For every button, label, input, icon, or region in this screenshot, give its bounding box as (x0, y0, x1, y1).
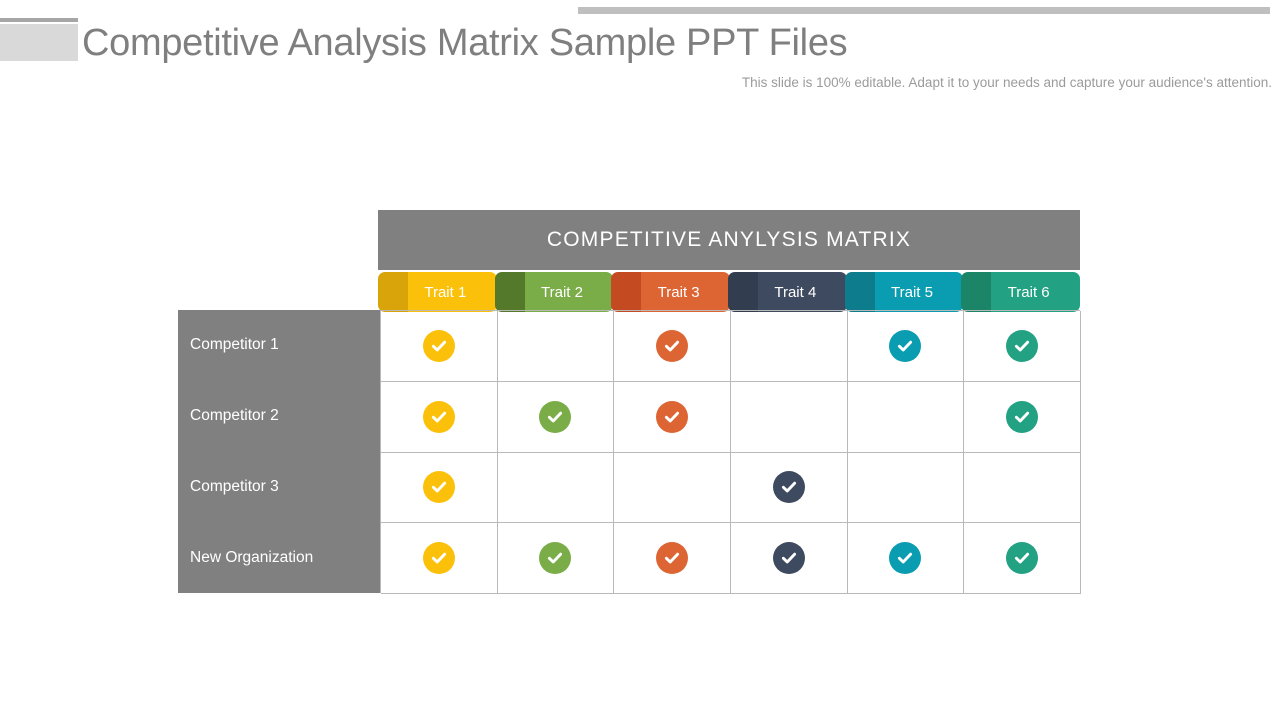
matrix-cell[interactable] (731, 523, 848, 594)
trait-header-body: Trait 4 (758, 272, 847, 312)
competitive-analysis-matrix: COMPETITIVE ANYLYSIS MATRIX Trait 1 Trait… (178, 210, 1081, 594)
matrix-cell[interactable] (847, 523, 965, 594)
matrix-cell[interactable] (381, 523, 498, 594)
trait-header-1[interactable]: Trait 1 (378, 272, 497, 312)
trait-header-accent (844, 272, 875, 312)
matrix-cell[interactable] (964, 452, 1081, 524)
matrix-cell[interactable] (847, 311, 965, 382)
page-title: Competitive Analysis Matrix Sample PPT F… (82, 22, 848, 64)
matrix-cell[interactable] (497, 452, 615, 524)
row-label-4[interactable]: New Organization (178, 522, 380, 594)
matrix-cell[interactable] (964, 381, 1081, 453)
matrix-cell[interactable] (614, 381, 731, 453)
trait-header-accent (961, 272, 992, 312)
check-icon (889, 542, 922, 575)
check-icon (1006, 542, 1039, 575)
matrix-header-band: COMPETITIVE ANYLYSIS MATRIX (378, 210, 1080, 270)
trait-header-body: Trait 5 (874, 272, 964, 312)
slide: Competitive Analysis Matrix Sample PPT F… (0, 0, 1280, 720)
matrix-cell[interactable] (497, 311, 615, 382)
check-icon (422, 542, 455, 575)
trait-header-accent (494, 272, 525, 312)
matrix-cell[interactable] (731, 381, 848, 453)
check-icon (539, 542, 572, 575)
trait-header-row: Trait 1 Trait 2 Trait 3 Trait 4 Trait 5 Trait… (378, 272, 1080, 312)
matrix-cell[interactable] (381, 381, 498, 453)
matrix-cell[interactable] (964, 523, 1081, 594)
matrix-grid: Competitor 1 Competitor 2 Competitor 3 New … (178, 310, 1081, 594)
check-icon (1006, 400, 1039, 433)
matrix-cell[interactable] (847, 452, 965, 524)
matrix-cell[interactable] (847, 381, 965, 453)
check-icon (772, 542, 805, 575)
row-label-text: New Organization (190, 548, 314, 566)
matrix-cell[interactable] (731, 452, 848, 524)
row-label-text: Competitor 3 (190, 477, 279, 495)
trait-header-6[interactable]: Trait 6 (961, 272, 1080, 312)
check-icon (1006, 329, 1039, 362)
slide-subtitle: This slide is 100% editable. Adapt it to… (741, 75, 1272, 90)
check-icon (656, 542, 689, 575)
matrix-cell[interactable] (614, 452, 731, 524)
trait-header-body: Trait 2 (524, 272, 614, 312)
trait-header-accent (611, 272, 642, 312)
trait-header-label: Trait 6 (1007, 283, 1050, 301)
trait-header-label: Trait 2 (541, 283, 583, 301)
check-icon (656, 400, 689, 433)
trait-header-body: Trait 3 (641, 272, 730, 312)
check-icon (656, 329, 689, 362)
trait-header-label: Trait 3 (657, 283, 700, 301)
trait-header-4[interactable]: Trait 4 (728, 272, 847, 312)
trait-header-body: Trait 1 (408, 272, 497, 312)
trait-header-5[interactable]: Trait 5 (844, 272, 964, 312)
trait-header-label: Trait 5 (891, 283, 933, 301)
matrix-cell[interactable] (614, 311, 731, 382)
row-label-text: Competitor 1 (190, 336, 279, 354)
matrix-cell[interactable] (614, 523, 731, 594)
row-label-3[interactable]: Competitor 3 (178, 451, 380, 524)
matrix-cell[interactable] (964, 311, 1081, 382)
title-accent-line (0, 18, 78, 22)
top-rule-decoration (578, 7, 1270, 14)
trait-header-3[interactable]: Trait 3 (611, 272, 730, 312)
matrix-cell[interactable] (381, 452, 498, 524)
matrix-cell[interactable] (497, 381, 615, 453)
title-accent-box (0, 24, 78, 61)
trait-header-label: Trait 4 (774, 283, 817, 301)
trait-header-accent (378, 272, 408, 312)
trait-header-body: Trait 6 (991, 272, 1080, 312)
trait-header-label: Trait 1 (424, 283, 467, 301)
matrix-cell[interactable] (497, 523, 615, 594)
matrix-cell[interactable] (381, 311, 498, 382)
row-label-2[interactable]: Competitor 2 (178, 380, 380, 453)
trait-header-2[interactable]: Trait 2 (494, 272, 614, 312)
check-icon (422, 400, 455, 433)
check-icon (772, 471, 805, 504)
matrix-title: COMPETITIVE ANYLYSIS MATRIX (546, 228, 912, 251)
check-icon (422, 329, 455, 362)
check-icon (889, 329, 922, 362)
row-label-text: Competitor 2 (190, 407, 279, 425)
row-label-1[interactable]: Competitor 1 (178, 310, 380, 382)
trait-header-accent (728, 272, 758, 312)
matrix-cell[interactable] (731, 311, 848, 382)
matrix-cells (380, 310, 1081, 594)
check-icon (539, 400, 572, 433)
check-icon (422, 471, 455, 504)
